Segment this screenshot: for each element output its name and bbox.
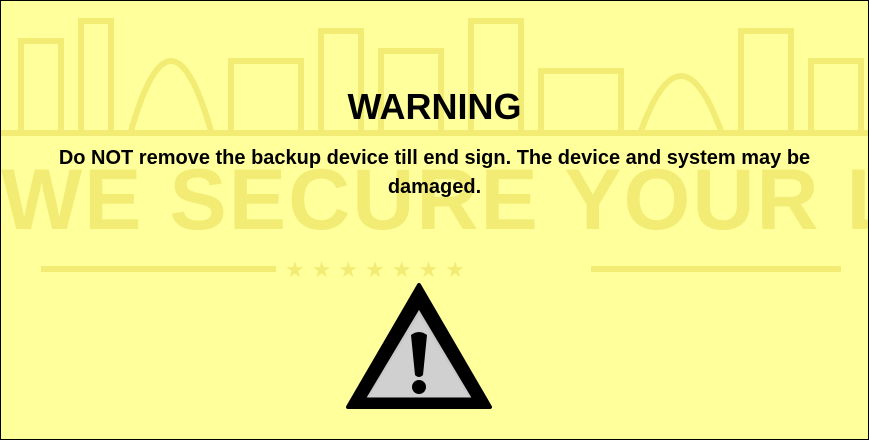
dialog-title: WARNING <box>347 86 522 127</box>
warning-dialog: ★ ★ ★ ★ ★ ★ ★ WE SECURE YOUR LIFE WARNIN… <box>0 0 869 440</box>
warning-triangle-icon <box>346 283 492 409</box>
dialog-message: Do NOT remove the backup device till end… <box>58 147 811 198</box>
watermark-stars: ★ ★ ★ ★ ★ ★ ★ <box>285 258 465 283</box>
